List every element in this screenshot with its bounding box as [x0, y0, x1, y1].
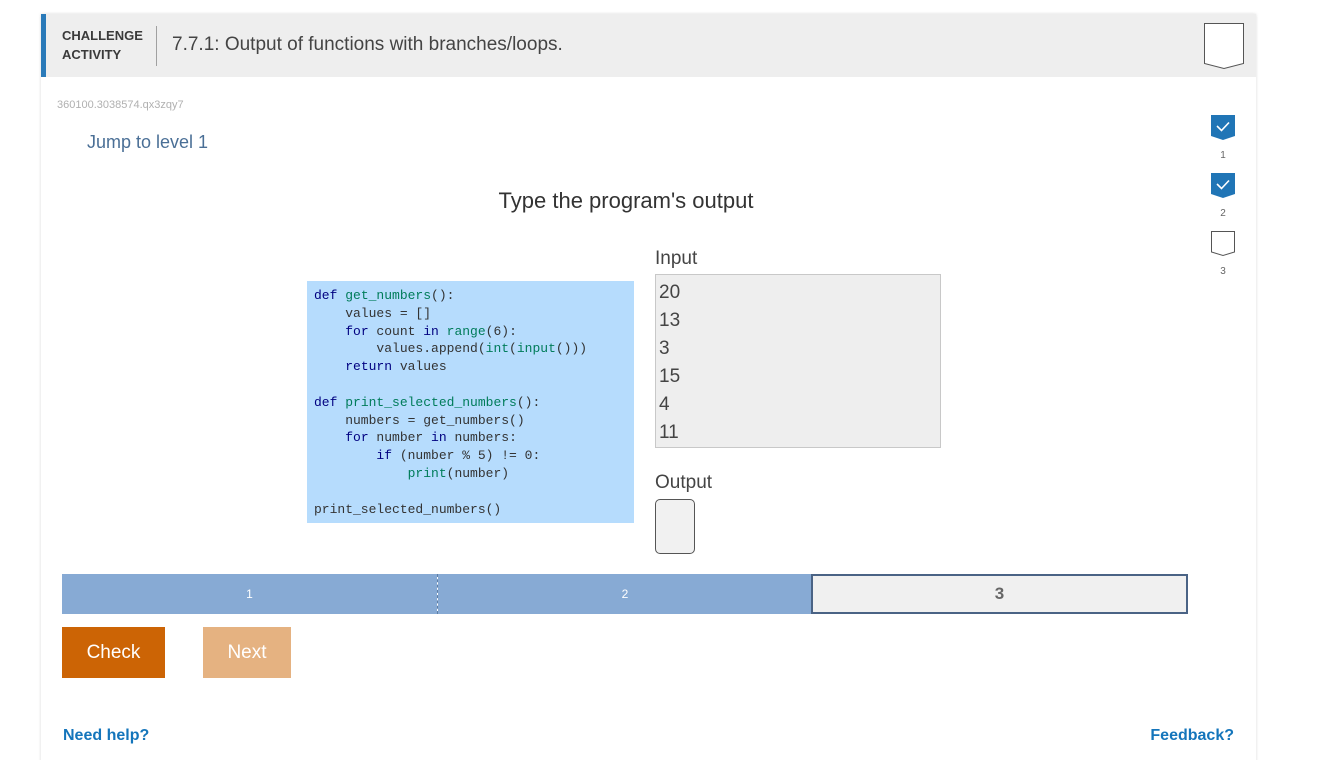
code-token: int [485, 341, 510, 357]
code-token: numbers: [446, 430, 517, 446]
checked-bookmark-icon [1211, 115, 1235, 140]
code-token: def [314, 288, 346, 303]
code-token: (): [431, 288, 455, 303]
code-token: number [368, 430, 432, 446]
code-token: for [345, 430, 369, 446]
code-token: in [431, 430, 447, 446]
level-indicator-3[interactable]: 3 [1209, 231, 1237, 277]
checked-bookmark-icon [1211, 173, 1235, 198]
code-token: count [368, 323, 424, 339]
code-token: def [314, 394, 346, 410]
code-line: numbers = get_numbers() [314, 412, 634, 430]
code-token: range [446, 323, 486, 339]
code-line: print_selected_numbers() [314, 501, 634, 519]
activity-id: 360100.3038574.qx3zqy7 [57, 99, 184, 111]
code-token: if [376, 448, 393, 464]
code-token: print [407, 465, 447, 481]
activity-type-line1: CHALLENGE [62, 28, 143, 43]
activity-title: 7.7.1: Output of functions with branches… [172, 34, 563, 55]
bookmark-icon[interactable] [1204, 23, 1244, 69]
code-line: for count in range(6): [314, 323, 634, 341]
input-value: 13 [659, 310, 681, 331]
code-line: def get_numbers(): [314, 287, 634, 305]
level-number: 3 [1220, 266, 1226, 277]
code-line: if (number % 5) != 0: [314, 447, 634, 465]
code-token: get_numbers [345, 288, 432, 303]
header-divider [156, 26, 157, 66]
code-token: (6): [485, 323, 517, 339]
input-value: 3 [659, 338, 670, 359]
code-line: def print_selected_numbers(): [314, 394, 634, 412]
instructions: Type the program's output [498, 188, 754, 213]
code-line: values.append(int(input())) [314, 340, 634, 358]
need-help-link[interactable]: Need help? [63, 727, 149, 745]
next-button[interactable]: Next [203, 627, 291, 678]
code-token: input [516, 341, 556, 357]
code-token: print_selected_numbers() [314, 501, 502, 517]
code-token: (number % 5) != 0: [392, 448, 541, 464]
check-button[interactable]: Check [62, 627, 165, 678]
activity-type-label: CHALLENGE ACTIVITY [62, 26, 152, 64]
code-line: return values [314, 358, 634, 376]
level-progress-bar: 1 2 3 [62, 574, 1188, 614]
challenge-activity-card: CHALLENGE ACTIVITY 7.7.1: Output of func… [41, 14, 1256, 760]
level-indicator-1[interactable]: 1 [1209, 115, 1237, 161]
code-token: values.append( [314, 341, 486, 357]
header-accent-bar [41, 14, 46, 77]
empty-bookmark-icon [1211, 231, 1235, 257]
progress-segment-3[interactable]: 3 [811, 574, 1188, 614]
input-value: 11 [659, 422, 679, 443]
code-token: for [345, 323, 369, 339]
input-value: 15 [659, 366, 681, 387]
level-indicator-2[interactable]: 2 [1209, 173, 1237, 219]
code-line: for number in numbers: [314, 429, 634, 447]
code-token: values [392, 359, 447, 375]
code-token: ( [509, 341, 517, 357]
input-label: Input [655, 248, 698, 269]
level-number: 1 [1220, 150, 1226, 161]
code-line: print(number) [314, 465, 634, 483]
code-token: ())) [555, 341, 588, 357]
progress-segment-1[interactable]: 1 [62, 574, 437, 614]
code-token: (): [516, 394, 541, 410]
code-token: print_selected_numbers [345, 394, 517, 410]
program-input-box: 20 13 3 15 4 11 [655, 274, 941, 448]
code-block: def get_numbers(): values = [] for count… [307, 281, 634, 523]
jump-to-level-link[interactable]: Jump to level 1 [87, 132, 208, 153]
feedback-link[interactable]: Feedback? [1150, 727, 1234, 745]
output-answer-field[interactable] [655, 499, 695, 554]
code-token: in [423, 323, 439, 339]
code-token: (number) [446, 465, 510, 481]
input-value: 20 [659, 282, 681, 303]
input-value: 4 [659, 394, 670, 415]
code-line: values = [] [314, 305, 634, 323]
activity-type-line2: ACTIVITY [62, 47, 122, 62]
code-token: values = [] [314, 305, 432, 321]
code-token: return [345, 359, 393, 375]
level-number: 2 [1220, 208, 1226, 219]
activity-header: CHALLENGE ACTIVITY 7.7.1: Output of func… [41, 14, 1256, 77]
progress-segment-2[interactable]: 2 [438, 574, 812, 614]
output-label: Output [655, 472, 713, 493]
code-token: numbers = get_numbers() [314, 412, 525, 428]
